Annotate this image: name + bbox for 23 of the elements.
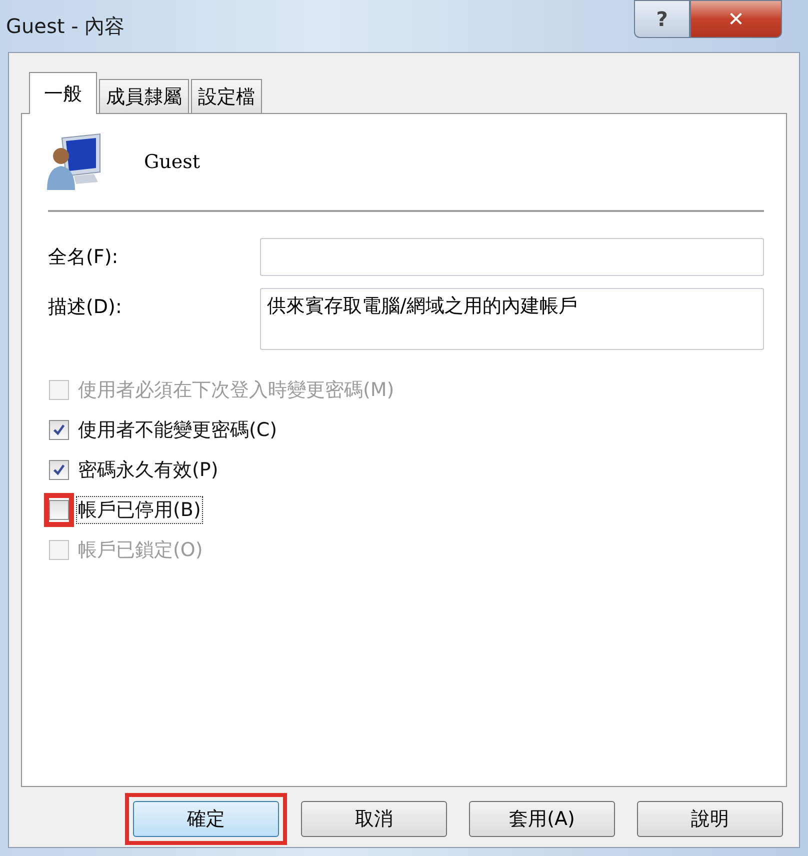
tab[interactable]: 設定檔 xyxy=(191,79,262,113)
dialog-button[interactable]: 說明 xyxy=(637,801,783,837)
checkmark-icon xyxy=(52,423,66,437)
checkbox-label[interactable]: 使用者不能變更密碼(C) xyxy=(76,416,280,444)
dialog-button[interactable]: 套用(A) xyxy=(469,801,615,837)
description-field[interactable]: 供來賓存取電腦/網域之用的內建帳戶 xyxy=(260,288,764,350)
dialog-button[interactable]: 取消 xyxy=(301,801,447,837)
checkmark-icon xyxy=(52,463,66,477)
close-button[interactable]: ✕ xyxy=(690,0,782,38)
tab[interactable]: 成員隸屬 xyxy=(99,79,189,113)
tab[interactable]: 一般 xyxy=(29,72,97,114)
checkbox[interactable] xyxy=(49,420,69,440)
checkbox-label[interactable]: 帳戶已停用(B) xyxy=(76,496,203,524)
user-name: Guest xyxy=(144,151,200,173)
window-title: Guest - 內容 xyxy=(6,12,125,40)
checkbox-label[interactable]: 密碼永久有效(P) xyxy=(76,456,220,484)
help-button[interactable]: ? xyxy=(634,0,690,38)
field-label: 全名(F): xyxy=(48,245,120,270)
dialog-button[interactable]: 確定 xyxy=(133,801,279,837)
full-name-field[interactable] xyxy=(260,238,764,276)
checkbox[interactable] xyxy=(49,500,69,520)
field-label: 描述(D): xyxy=(48,295,123,320)
checkbox[interactable] xyxy=(49,460,69,480)
